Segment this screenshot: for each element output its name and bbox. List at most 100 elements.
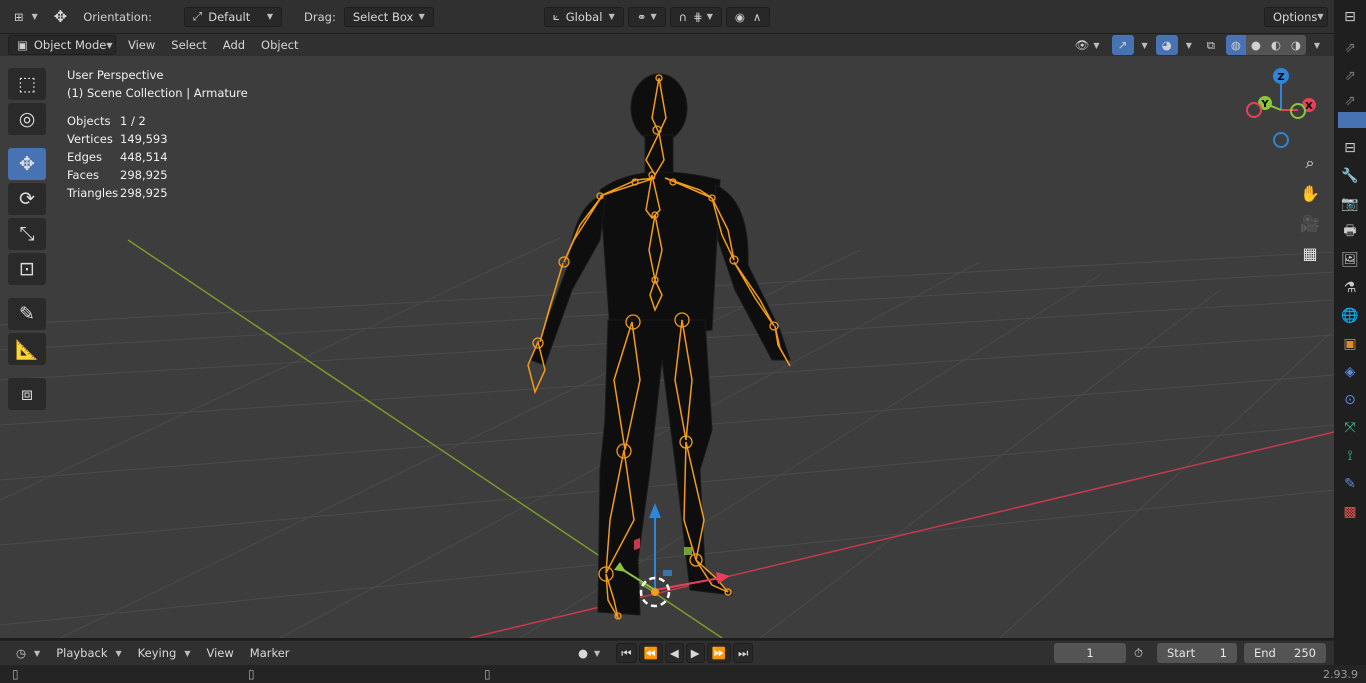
shading-material[interactable]: ◐ bbox=[1265, 35, 1286, 55]
rotate-tool[interactable]: ⟳ bbox=[8, 183, 46, 215]
render-props-icon[interactable]: 📷 bbox=[1334, 190, 1366, 218]
gizmo-x-label: X bbox=[1305, 101, 1313, 112]
orientation-dropdown[interactable]: ⤢ Default ▼ bbox=[184, 6, 283, 27]
outliner-item-icon[interactable]: ⇗ bbox=[1334, 90, 1366, 112]
menu-keying[interactable]: Keying ▼ bbox=[130, 643, 199, 663]
chevron-down-icon: ▼ bbox=[608, 12, 615, 21]
physics-props-icon[interactable]: ⊙ bbox=[1334, 386, 1366, 414]
data-props-icon[interactable]: ⟟ bbox=[1334, 442, 1366, 470]
jump-end-button[interactable]: ⏭ bbox=[732, 643, 754, 663]
preview-range-toggle[interactable]: ⏱ bbox=[1130, 643, 1147, 663]
menu-add[interactable]: Add bbox=[215, 35, 253, 55]
shading-solid[interactable]: ● bbox=[1245, 35, 1266, 55]
start-label: Start bbox=[1167, 646, 1196, 660]
human-mesh bbox=[529, 73, 791, 616]
chevron-down-icon: ▼ bbox=[1313, 40, 1320, 50]
view-layer-props-icon[interactable]: 🖼 bbox=[1334, 246, 1366, 274]
chevron-down-icon: ▼ bbox=[594, 648, 601, 658]
navigation-gizmo[interactable]: Z X Y bbox=[1240, 64, 1325, 154]
texture-props-icon[interactable]: ▩ bbox=[1334, 498, 1366, 526]
shading-dropdown[interactable]: ▼ bbox=[1310, 35, 1324, 55]
prev-keyframe-icon: ⏪ bbox=[643, 646, 658, 660]
output-props-icon[interactable]: 🖶 bbox=[1334, 218, 1366, 246]
drag-label: Drag: bbox=[304, 9, 336, 24]
grid-perspective-icon[interactable]: ▦ bbox=[1296, 239, 1324, 267]
snap-toggle[interactable]: ∩ ⋕ ▼ bbox=[669, 6, 722, 27]
select-box-icon: ⬚ bbox=[18, 73, 36, 95]
menu-timeline-view[interactable]: View bbox=[198, 643, 241, 663]
stat-value: 298,925 bbox=[120, 168, 168, 182]
bone-props-icon[interactable]: ✎ bbox=[1334, 470, 1366, 498]
current-frame-value: 1 bbox=[1086, 646, 1094, 660]
object-props-icon[interactable]: ▣ bbox=[1334, 330, 1366, 358]
record-button[interactable]: ● ▼ bbox=[572, 643, 606, 663]
constraint-props-icon[interactable]: ⤧ bbox=[1334, 414, 1366, 442]
eye-icon: 👁 bbox=[1074, 38, 1090, 52]
end-frame-field[interactable]: End 250 bbox=[1244, 643, 1326, 663]
transform-space-dropdown[interactable]: ⟀ Global ▼ bbox=[543, 6, 624, 27]
menu-marker[interactable]: Marker bbox=[242, 643, 298, 663]
menu-object[interactable]: Object bbox=[253, 35, 306, 55]
transform-tool[interactable]: ⊡ bbox=[8, 253, 46, 285]
menu-playback[interactable]: Playback ▼ bbox=[48, 643, 129, 663]
menu-select[interactable]: Select bbox=[163, 35, 214, 55]
current-frame-field[interactable]: 1 bbox=[1054, 643, 1126, 663]
play-button[interactable]: ▶ bbox=[685, 643, 705, 663]
material-sphere-icon: ◐ bbox=[1270, 38, 1281, 52]
modifier-props-icon[interactable]: ◈ bbox=[1334, 358, 1366, 386]
overlays-toggle[interactable]: ◕ bbox=[1155, 35, 1178, 55]
mode-dropdown[interactable]: ▣ Object Mode ▼ bbox=[8, 35, 116, 55]
gizmo-toggle[interactable]: ↗ bbox=[1111, 35, 1134, 55]
jump-start-button[interactable]: ⏮ bbox=[616, 643, 637, 663]
record-icon: ● bbox=[578, 646, 589, 660]
camera-icon[interactable]: 🎥 bbox=[1296, 209, 1324, 237]
move-tool-icon[interactable]: ✥ bbox=[46, 7, 75, 27]
xray-icon: ⧉ bbox=[1206, 37, 1215, 52]
outliner-item-icon[interactable]: ⇗ bbox=[1334, 34, 1366, 62]
properties-menu-icon[interactable]: ⊟ bbox=[1334, 134, 1366, 162]
shading-wireframe[interactable]: ◍ bbox=[1225, 35, 1246, 55]
editor-type-button[interactable]: ⊞ ▼ bbox=[6, 7, 46, 27]
add-cube-tool[interactable]: ⧈ bbox=[8, 378, 46, 410]
play-reverse-icon: ◀ bbox=[669, 646, 679, 660]
measure-tool[interactable]: 📐 bbox=[8, 333, 46, 365]
outliner-item-icon[interactable]: ⇗ bbox=[1334, 62, 1366, 90]
outliner-icon[interactable]: ⊟ bbox=[1334, 0, 1366, 34]
scale-tool[interactable]: ⤡ bbox=[8, 218, 46, 250]
move-tool[interactable]: ✥ bbox=[8, 148, 46, 180]
options-dropdown[interactable]: Options ▼ bbox=[1264, 6, 1328, 27]
visibility-dropdown[interactable]: 👁 ▼ bbox=[1067, 35, 1108, 55]
prev-keyframe-button[interactable]: ⏪ bbox=[638, 643, 663, 663]
magnet-icon: ∩ bbox=[678, 9, 688, 24]
menu-view[interactable]: View bbox=[120, 35, 163, 55]
gizmo-neg-x-dot[interactable] bbox=[1246, 102, 1262, 118]
timeline-editor-type[interactable]: ◷ ▼ bbox=[8, 643, 48, 663]
proportional-edit-toggle[interactable]: ◉ ∧ bbox=[725, 6, 771, 27]
transform-space-value: Global bbox=[565, 9, 603, 24]
overlays-dropdown[interactable]: ▼ bbox=[1182, 35, 1196, 55]
global-axes-icon: ⟀ bbox=[552, 9, 560, 23]
cursor-tool[interactable]: ◎ bbox=[8, 103, 46, 135]
outliner-selected-row[interactable] bbox=[1338, 112, 1366, 128]
rotate-icon: ⟳ bbox=[19, 188, 35, 210]
zoom-icon[interactable]: ⌕ bbox=[1296, 149, 1324, 177]
annotate-tool[interactable]: ✎ bbox=[8, 298, 46, 330]
mouse-middle-icon: ▯ bbox=[248, 667, 255, 681]
next-keyframe-button[interactable]: ⏩ bbox=[706, 643, 731, 663]
stat-edges: Edges 448,514 bbox=[67, 148, 248, 166]
shading-rendered[interactable]: ◑ bbox=[1285, 35, 1306, 55]
play-reverse-button[interactable]: ◀ bbox=[664, 643, 684, 663]
stat-key: Vertices bbox=[67, 132, 113, 146]
start-frame-field[interactable]: Start 1 bbox=[1157, 643, 1237, 663]
xray-toggle[interactable]: ⧉ bbox=[1200, 35, 1222, 55]
3d-viewport[interactable]: ⬚ ◎ ✥ ⟳ ⤡ ⊡ ✎ 📐 ⧈ User Perspective (1) S… bbox=[0, 56, 1334, 638]
tool-props-icon[interactable]: 🔧 bbox=[1334, 162, 1366, 190]
scene-props-icon[interactable]: ⚗ bbox=[1334, 274, 1366, 302]
drag-dropdown[interactable]: Select Box ▼ bbox=[343, 6, 434, 27]
gizmo-dropdown[interactable]: ▼ bbox=[1138, 35, 1152, 55]
pivot-point-dropdown[interactable]: ⚭ ▼ bbox=[627, 6, 666, 27]
hand-pan-icon[interactable]: ✋ bbox=[1296, 179, 1324, 207]
gizmo-neg-z-dot[interactable] bbox=[1273, 132, 1289, 148]
select-box-tool[interactable]: ⬚ bbox=[8, 68, 46, 100]
world-props-icon[interactable]: 🌐 bbox=[1334, 302, 1366, 330]
